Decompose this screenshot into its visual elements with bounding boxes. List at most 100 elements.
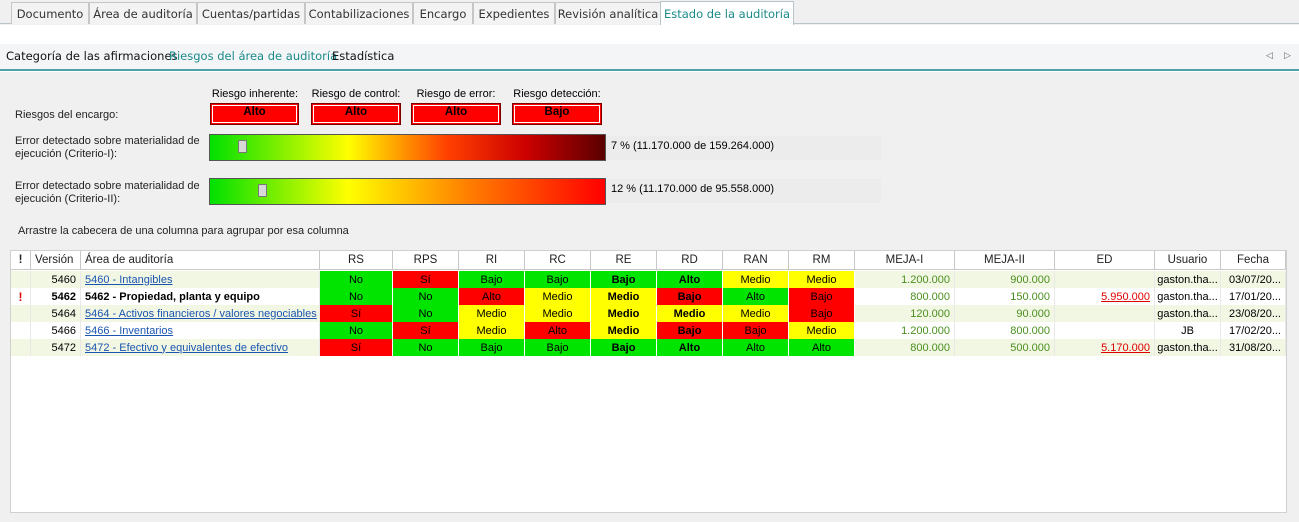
column-header-ran[interactable]: RAN (723, 251, 789, 270)
tab-expedientes[interactable]: Expedientes (473, 2, 555, 24)
risk-cell-re: Bajo (591, 271, 657, 288)
gauge2-indicator (258, 184, 267, 197)
riesgo-control-value: Alto (311, 103, 401, 125)
subtab-categoria-afirmaciones[interactable]: Categoría de las afirmaciones (6, 49, 178, 63)
tab-encargo[interactable]: Encargo (413, 2, 473, 24)
risk-cell-rm: Alto (789, 339, 855, 356)
meja-ii-cell: 800.000 (955, 322, 1055, 339)
tab-documento[interactable]: Documento (11, 2, 89, 24)
riesgo-deteccion-value: Bajo (512, 103, 602, 125)
tab-estado-auditoria[interactable]: Estado de la auditoría (660, 1, 794, 25)
column-header-usuario[interactable]: Usuario (1155, 251, 1221, 270)
grid-header: ! Versión Área de auditoría RS RPS RI RC RE RD RA… (11, 251, 1286, 270)
area-link[interactable]: 5464 - Activos financieros / valores neg… (85, 308, 317, 320)
warning-icon: ! (11, 288, 31, 305)
fecha-cell: 17/02/20... (1221, 322, 1286, 339)
risk-cell-rps: No (393, 305, 459, 322)
gauge1-indicator (238, 140, 247, 153)
ed-cell: 5.950.000 (1055, 288, 1155, 305)
column-header-flag[interactable]: ! (11, 251, 31, 270)
main-tab-bar: Documento Área de auditoría Cuentas/part… (0, 0, 1299, 25)
meja-ii-cell: 500.000 (955, 339, 1055, 356)
risk-cell-rm: Bajo (789, 305, 855, 322)
meja-ii-cell: 90.000 (955, 305, 1055, 322)
column-header-rs[interactable]: RS (320, 251, 393, 270)
warning-icon (11, 339, 31, 356)
risk-cell-rc: Alto (525, 322, 591, 339)
area-cell: 5464 - Activos financieros / valores neg… (81, 305, 320, 322)
risk-cell-ri: Bajo (459, 271, 525, 288)
risk-cell-re: Medio (591, 322, 657, 339)
riesgo-inherente-value: Alto (210, 103, 299, 125)
riesgo-error-value: Alto (411, 103, 501, 125)
column-header-meja-ii[interactable]: MEJA-II (955, 251, 1055, 270)
table-row[interactable]: 5472 5472 - Efectivo y equivalentes de ef… (11, 339, 1286, 356)
column-header-version[interactable]: Versión (31, 251, 81, 270)
risk-cell-rm: Medio (789, 271, 855, 288)
audit-area-grid: ! Versión Área de auditoría RS RPS RI RC RE RD RA… (10, 250, 1287, 513)
scroll-right-icon[interactable]: ▷ (1284, 50, 1291, 61)
tab-area-auditoria[interactable]: Área de auditoría (89, 2, 197, 24)
meja-i-cell: 1.200.000 (855, 271, 955, 288)
column-header-re[interactable]: RE (591, 251, 657, 270)
tab-revision-analitica[interactable]: Revisión analítica (555, 2, 661, 24)
column-header-rm[interactable]: RM (789, 251, 855, 270)
risk-cell-re: Medio (591, 288, 657, 305)
usuario-cell: JB (1155, 322, 1221, 339)
area-link[interactable]: 5472 - Efectivo y equivalentes de efecti… (85, 342, 288, 354)
warning-icon (11, 322, 31, 339)
meja-ii-cell: 900.000 (955, 271, 1055, 288)
risk-cell-rs: Sí (320, 339, 393, 356)
riesgo-control-label: Riesgo de control: (311, 88, 401, 100)
column-header-rps[interactable]: RPS (393, 251, 459, 270)
riesgos-encargo-label: Riesgos del encargo: (15, 109, 119, 121)
gauge2-label-line1: Error detectado sobre materialidad de (15, 180, 200, 192)
tab-contabilizaciones[interactable]: Contabilizaciones (305, 2, 413, 24)
column-header-fecha[interactable]: Fecha (1221, 251, 1286, 270)
subtab-riesgos-area[interactable]: Riesgos del área de auditoría (169, 49, 337, 63)
column-header-rd[interactable]: RD (657, 251, 723, 270)
column-header-ed[interactable]: ED (1055, 251, 1155, 270)
warning-icon (11, 305, 31, 322)
error-gauge-criterio-1 (209, 134, 606, 161)
area-cell: 5460 - Intangibles (81, 271, 320, 288)
usuario-cell: gaston.tha... (1155, 339, 1221, 356)
meja-i-cell: 800.000 (855, 339, 955, 356)
tab-cuentas-partidas[interactable]: Cuentas/partidas (197, 2, 305, 24)
area-link[interactable]: 5462 - Propiedad, planta y equipo (85, 291, 260, 303)
column-header-meja-i[interactable]: MEJA-I (855, 251, 955, 270)
risk-cell-ran: Medio (723, 305, 789, 322)
risk-cell-rs: No (320, 322, 393, 339)
area-cell: 5472 - Efectivo y equivalentes de efecti… (81, 339, 320, 356)
version-cell: 5464 (31, 305, 81, 322)
risk-cell-ran: Medio (723, 271, 789, 288)
risk-cell-rps: No (393, 288, 459, 305)
ed-value[interactable]: 5.950.000 (1101, 291, 1150, 303)
table-row[interactable]: ! 5462 5462 - Propiedad, planta y equipo No… (11, 288, 1286, 305)
table-row[interactable]: 5464 5464 - Activos financieros / valores… (11, 305, 1286, 322)
risk-cell-ri: Medio (459, 322, 525, 339)
subtab-estadistica[interactable]: Estadística (332, 49, 394, 63)
gauge1-value: 7 % (11.170.000 de 159.264.000) (611, 140, 775, 152)
fecha-cell: 31/08/20... (1221, 339, 1286, 356)
group-by-hint: Arrastre la cabecera de una columna para… (18, 225, 349, 237)
column-header-ri[interactable]: RI (459, 251, 525, 270)
risk-cell-rm: Bajo (789, 288, 855, 305)
gauge2-value: 12 % (11.170.000 de 95.558.000) (611, 183, 775, 195)
column-header-rc[interactable]: RC (525, 251, 591, 270)
risk-cell-ran: Bajo (723, 322, 789, 339)
area-link[interactable]: 5460 - Intangibles (85, 274, 172, 286)
table-row[interactable]: 5460 5460 - Intangibles No Sí Bajo Bajo Bajo Al… (11, 271, 1286, 288)
risk-cell-ri: Alto (459, 288, 525, 305)
fecha-cell: 03/07/20... (1221, 271, 1286, 288)
table-row[interactable]: 5466 5466 - Inventarios No Sí Medio Alto Medio… (11, 322, 1286, 339)
meja-ii-cell: 150.000 (955, 288, 1055, 305)
risk-cell-ran: Alto (723, 339, 789, 356)
ed-value[interactable]: 5.170.000 (1101, 342, 1150, 354)
area-link[interactable]: 5466 - Inventarios (85, 325, 173, 337)
risk-cell-rc: Bajo (525, 271, 591, 288)
column-header-area[interactable]: Área de auditoría (81, 251, 320, 270)
scroll-left-icon[interactable]: ◁ (1266, 50, 1273, 61)
risk-cell-rps: No (393, 339, 459, 356)
ed-cell (1055, 271, 1155, 288)
